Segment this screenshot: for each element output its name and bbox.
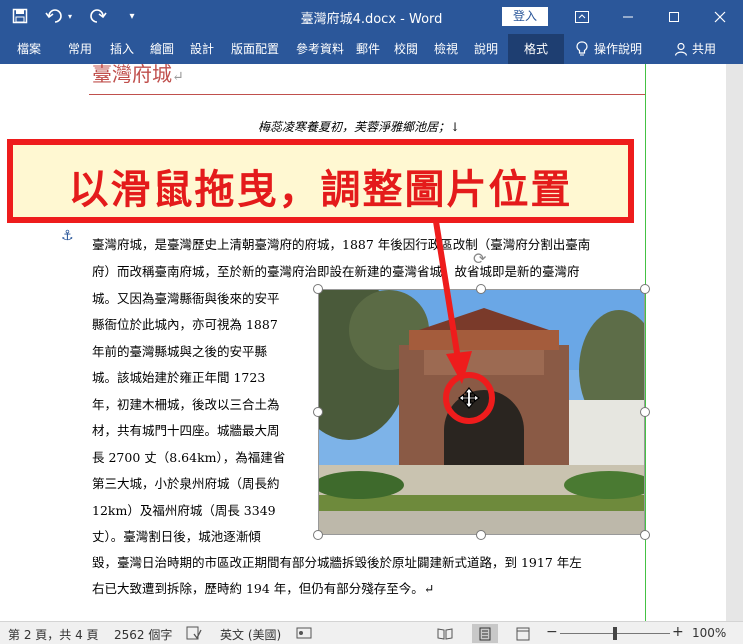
share-label: 共用 <box>692 42 717 56</box>
language-indicator[interactable]: 英文 (美國) <box>220 626 281 643</box>
minimize-icon[interactable] <box>605 0 651 34</box>
quick-access-toolbar: ▾ ▾ <box>10 6 142 26</box>
zoom-in-button[interactable]: + <box>672 624 684 640</box>
tell-me-box[interactable]: 操作說明 <box>576 34 656 64</box>
ribbon-tabs: 檔案 常用 插入 繪圖 設計 版面配置 參考資料 郵件 校閱 檢視 說明 格式 … <box>0 34 743 64</box>
zoom-out-button[interactable]: − <box>546 624 558 640</box>
callout-text: 以滑鼠拖曳，調整圖片位置 <box>68 167 573 213</box>
tab-design[interactable]: 設計 <box>184 34 220 64</box>
title-bar: ▾ ▾ 臺灣府城4.docx - Word 登入 <box>0 0 743 34</box>
signin-button[interactable]: 登入 <box>502 7 548 26</box>
window-controls <box>559 0 743 34</box>
vertical-scrollbar[interactable] <box>726 64 743 621</box>
document-page[interactable]: 臺灣府城↵ 梅蕊凌寒養夏初，芙蓉淨雅鄉池居；↓ ⚓ 臺灣府城，是臺灣歷史上清朝臺… <box>0 64 726 621</box>
save-icon[interactable] <box>10 6 30 26</box>
ribbon-display-icon[interactable] <box>559 0 605 34</box>
proofing-icon[interactable] <box>186 626 202 643</box>
tab-insert[interactable]: 插入 <box>104 34 140 64</box>
close-icon[interactable] <box>697 0 743 34</box>
tab-home[interactable]: 常用 <box>62 34 98 64</box>
undo-dropdown-icon[interactable]: ▾ <box>66 6 74 26</box>
instruction-callout: 以滑鼠拖曳，調整圖片位置 <box>7 139 634 223</box>
print-layout-icon[interactable] <box>472 624 498 643</box>
tab-mailings[interactable]: 郵件 <box>352 34 384 64</box>
zoom-level[interactable]: 100% <box>692 626 726 640</box>
share-button[interactable]: 共用 <box>674 34 724 64</box>
tab-references[interactable]: 參考資料 <box>290 34 350 64</box>
tab-file[interactable]: 檔案 <box>12 34 46 64</box>
macro-record-icon[interactable] <box>296 626 312 643</box>
tab-review[interactable]: 校閱 <box>390 34 422 64</box>
maximize-icon[interactable] <box>651 0 697 34</box>
move-cursor-icon <box>458 387 480 409</box>
undo-icon[interactable] <box>44 6 64 26</box>
lightbulb-icon <box>576 41 588 56</box>
tab-view[interactable]: 檢視 <box>428 34 464 64</box>
tab-help[interactable]: 說明 <box>468 34 504 64</box>
status-bar: 第 2 頁，共 4 頁 2562 個字 英文 (美國) − + 100% <box>0 621 743 644</box>
document-area: 臺灣府城↵ 梅蕊凌寒養夏初，芙蓉淨雅鄉池居；↓ ⚓ 臺灣府城，是臺灣歷史上清朝臺… <box>0 64 743 621</box>
tab-draw[interactable]: 繪圖 <box>144 34 180 64</box>
read-mode-icon[interactable] <box>432 624 458 643</box>
web-layout-icon[interactable] <box>510 624 536 643</box>
page-count[interactable]: 第 2 頁，共 4 頁 <box>8 626 99 643</box>
person-icon <box>674 42 688 56</box>
tell-me-label: 操作說明 <box>594 42 643 56</box>
redo-icon[interactable] <box>88 6 108 26</box>
zoom-slider-thumb[interactable] <box>613 627 617 640</box>
word-count[interactable]: 2562 個字 <box>114 626 172 643</box>
tab-format[interactable]: 格式 <box>508 34 564 64</box>
customize-icon[interactable]: ▾ <box>122 6 142 26</box>
tab-layout[interactable]: 版面配置 <box>225 34 285 64</box>
